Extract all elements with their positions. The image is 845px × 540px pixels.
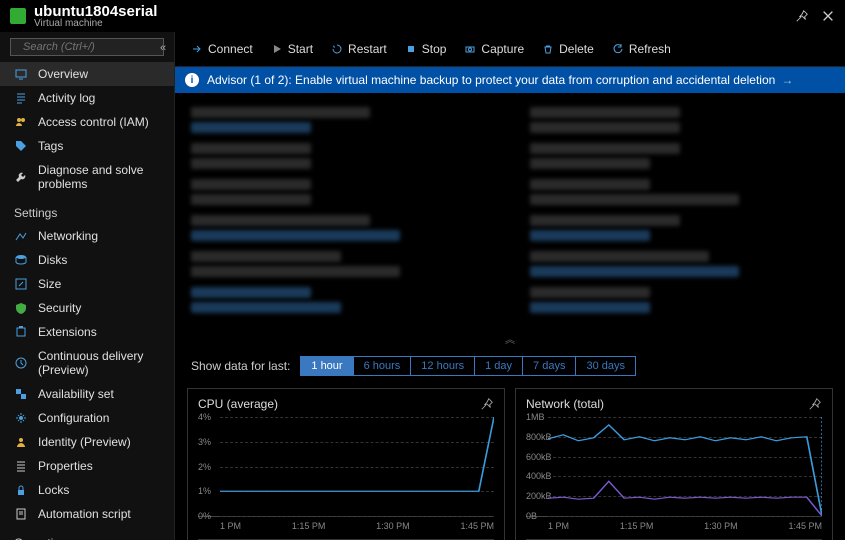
- vm-icon: [10, 8, 26, 24]
- sidebar-item-properties[interactable]: Properties: [0, 454, 174, 478]
- pin-chart-icon[interactable]: [808, 397, 822, 411]
- pin-icon[interactable]: [795, 9, 809, 23]
- sidebar-item-identity-preview-[interactable]: Identity (Preview): [0, 430, 174, 454]
- sidebar-item-continuous-delivery-preview-[interactable]: Continuous delivery (Preview): [0, 344, 174, 382]
- time-range-7-days[interactable]: 7 days: [522, 356, 575, 376]
- search-input-wrapper[interactable]: [10, 38, 164, 56]
- sidebar-item-label: Identity (Preview): [38, 435, 131, 449]
- section-operations: Operations: [0, 526, 174, 540]
- ext-icon: [14, 325, 28, 339]
- start-button[interactable]: Start: [263, 38, 321, 60]
- sidebar-item-label: Continuous delivery (Preview): [38, 349, 160, 377]
- sidebar-item-label: Disks: [38, 253, 67, 267]
- sidebar-item-label: Activity log: [38, 91, 95, 105]
- sidebar-item-security[interactable]: Security: [0, 296, 174, 320]
- chart-network-total-: Network (total)0B200kB400kB600kB800kB1MB…: [515, 388, 833, 540]
- sidebar-item-diagnose-and-solve-problems[interactable]: Diagnose and solve problems: [0, 158, 174, 196]
- toolbar: Connect Start Restart Stop Capture Delet…: [175, 32, 845, 67]
- sidebar-item-activity-log[interactable]: Activity log: [0, 86, 174, 110]
- search-input[interactable]: [23, 41, 166, 53]
- sidebar-item-locks[interactable]: Locks: [0, 478, 174, 502]
- overview-properties: [175, 93, 845, 329]
- sidebar-item-tags[interactable]: Tags: [0, 134, 174, 158]
- sidebar-item-label: Size: [38, 277, 61, 291]
- pin-chart-icon[interactable]: [480, 397, 494, 411]
- chart-cpu-average-: CPU (average)0%1%2%3%4%1 PM1:15 PM1:30 P…: [187, 388, 505, 540]
- log-icon: [14, 91, 28, 105]
- shield-icon: [14, 301, 28, 315]
- gear-icon: [14, 411, 28, 425]
- close-icon[interactable]: [821, 9, 835, 23]
- collapse-props-icon[interactable]: ︽: [175, 329, 845, 348]
- time-range-30-days[interactable]: 30 days: [575, 356, 636, 376]
- sidebar-item-label: Access control (IAM): [38, 115, 149, 129]
- cd-icon: [14, 356, 28, 370]
- people-icon: [14, 115, 28, 129]
- chart-title: CPU (average): [198, 397, 494, 411]
- time-range-1-day[interactable]: 1 day: [474, 356, 522, 376]
- sidebar-item-label: Extensions: [38, 325, 97, 339]
- delete-button[interactable]: Delete: [534, 38, 602, 60]
- avail-icon: [14, 387, 28, 401]
- sidebar-item-label: Automation script: [38, 507, 131, 521]
- net-icon: [14, 229, 28, 243]
- stop-button[interactable]: Stop: [397, 38, 455, 60]
- id-icon: [14, 435, 28, 449]
- sidebar-item-label: Configuration: [38, 411, 109, 425]
- sidebar-item-label: Properties: [38, 459, 93, 473]
- sidebar-item-disks[interactable]: Disks: [0, 248, 174, 272]
- sidebar-item-automation-script[interactable]: Automation script: [0, 502, 174, 526]
- sidebar-item-label: Diagnose and solve problems: [38, 163, 160, 191]
- section-settings: Settings: [0, 196, 174, 224]
- lock-icon: [14, 483, 28, 497]
- monitor-icon: [14, 67, 28, 81]
- time-range-1-hour[interactable]: 1 hour: [300, 356, 352, 376]
- advisor-banner[interactable]: i Advisor (1 of 2): Enable virtual machi…: [175, 67, 845, 93]
- sidebar: « Overview Activity log Access control (IA…: [0, 32, 175, 540]
- sidebar-item-label: Overview: [38, 67, 88, 81]
- sidebar-item-size[interactable]: Size: [0, 272, 174, 296]
- tag-icon: [14, 139, 28, 153]
- info-icon: i: [185, 73, 199, 87]
- refresh-button[interactable]: Refresh: [604, 38, 679, 60]
- sidebar-item-networking[interactable]: Networking: [0, 224, 174, 248]
- props-icon: [14, 459, 28, 473]
- script-icon: [14, 507, 28, 521]
- sidebar-item-configuration[interactable]: Configuration: [0, 406, 174, 430]
- restart-button[interactable]: Restart: [323, 38, 395, 60]
- sidebar-item-access-control-iam-[interactable]: Access control (IAM): [0, 110, 174, 134]
- advisor-text: Advisor (1 of 2): Enable virtual machine…: [207, 73, 775, 87]
- sidebar-item-label: Locks: [38, 483, 69, 497]
- sidebar-item-extensions[interactable]: Extensions: [0, 320, 174, 344]
- connect-button[interactable]: Connect: [183, 38, 261, 60]
- capture-button[interactable]: Capture: [456, 38, 532, 60]
- sidebar-item-label: Networking: [38, 229, 98, 243]
- collapse-sidebar-icon[interactable]: «: [160, 42, 166, 54]
- sidebar-item-availability-set[interactable]: Availability set: [0, 382, 174, 406]
- time-range-6-hours[interactable]: 6 hours: [353, 356, 411, 376]
- sidebar-item-label: Availability set: [38, 387, 114, 401]
- sidebar-item-overview[interactable]: Overview: [0, 62, 174, 86]
- time-range-label: Show data for last:: [191, 359, 290, 373]
- sidebar-item-label: Security: [38, 301, 81, 315]
- size-icon: [14, 277, 28, 291]
- wrench-icon: [14, 170, 28, 184]
- sidebar-item-label: Tags: [38, 139, 63, 153]
- disk-icon: [14, 253, 28, 267]
- time-range-12-hours[interactable]: 12 hours: [410, 356, 474, 376]
- advisor-arrow-icon: →: [781, 73, 793, 87]
- chart-title: Network (total): [526, 397, 822, 411]
